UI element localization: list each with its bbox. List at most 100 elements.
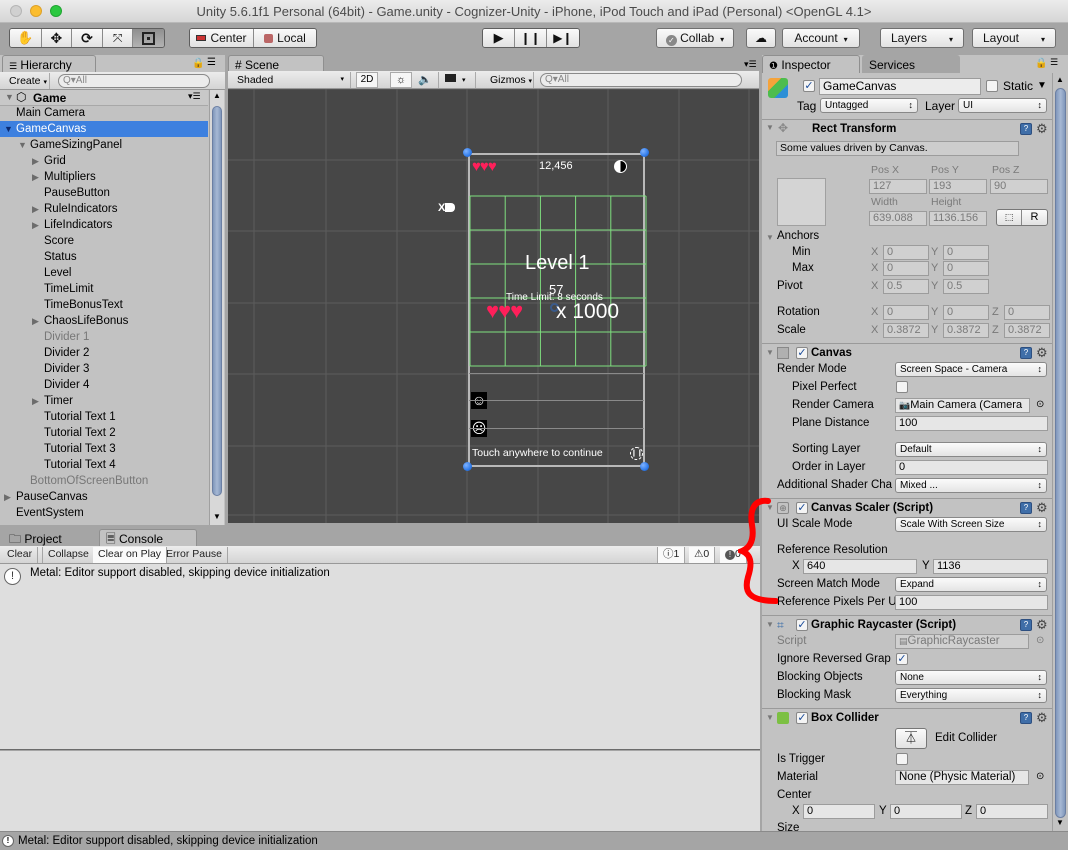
object-picker-icon[interactable]: ⊙ [1036, 399, 1044, 410]
sorting-layer-dropdown[interactable]: Default [895, 442, 1047, 457]
height-field[interactable]: 1136.156 [929, 211, 987, 226]
rotation-x-field[interactable]: 0 [883, 305, 929, 320]
collapse-arrow-icon[interactable]: ▼ [766, 348, 774, 357]
hierarchy-item[interactable]: Level [0, 265, 208, 281]
hierarchy-item[interactable]: ▶ Multipliers [0, 169, 208, 185]
pause-button[interactable]: ❙❙ [515, 29, 547, 47]
resize-handle-top-left[interactable] [463, 148, 472, 157]
2d-mode-toggle[interactable]: 2D [356, 72, 378, 88]
collapsed-arrow-icon[interactable]: ▶ [4, 489, 16, 505]
active-checkbox[interactable]: ✓ [803, 80, 815, 92]
collapsed-arrow-icon[interactable]: ▶ [32, 313, 44, 329]
collapse-arrow-icon[interactable]: ▼ [766, 713, 774, 722]
ui-scale-mode-dropdown[interactable]: Scale With Screen Size [895, 517, 1047, 532]
collapse-arrow-icon[interactable]: ▼ [766, 123, 774, 132]
lock-icon[interactable]: 🔒 [1035, 58, 1047, 69]
hierarchy-item[interactable]: PauseButton [0, 185, 208, 201]
center-y-field[interactable]: 0 [890, 804, 962, 819]
panel-menu-icon[interactable]: ☰ [207, 57, 216, 68]
play-button[interactable]: ▶ [483, 29, 516, 47]
hierarchy-item[interactable]: Tutorial Text 3 [0, 441, 208, 457]
create-dropdown[interactable]: Create ▾ [3, 73, 50, 89]
hierarchy-item[interactable]: Divider 2 [0, 345, 208, 361]
scroll-up-icon[interactable]: ▲ [213, 91, 221, 100]
rotation-z-field[interactable]: 0 [1004, 305, 1050, 320]
reference-resolution-y-field[interactable]: 1136 [933, 559, 1048, 574]
screen-match-mode-dropdown[interactable]: Expand [895, 577, 1047, 592]
console-tab[interactable]: 🗏 Console [99, 529, 197, 547]
rotation-y-field[interactable]: 0 [943, 305, 989, 320]
resize-handle-top-right[interactable] [640, 148, 649, 157]
gizmos-dropdown[interactable]: Gizmos ▾ [484, 72, 534, 88]
scroll-down-icon[interactable]: ▼ [213, 512, 221, 521]
anchor-min-x-field[interactable]: 0 [883, 245, 929, 260]
hierarchy-item[interactable]: ▼ GameSizingPanel [0, 137, 208, 153]
hierarchy-item[interactable]: TimeBonusText [0, 297, 208, 313]
rotate-tool-button[interactable]: ⟳ [72, 29, 103, 47]
edit-collider-button[interactable]: ⏄ [895, 728, 927, 749]
collab-dropdown[interactable]: ✓ Collab ▾ [656, 28, 734, 48]
render-camera-field[interactable]: 📷Main Camera (Camera [895, 398, 1030, 413]
pivot-y-field[interactable]: 0.5 [943, 279, 989, 294]
clear-on-play-toggle[interactable]: Clear on Play [93, 547, 168, 563]
scale-z-field[interactable]: 0.3872 [1004, 323, 1050, 338]
hierarchy-item[interactable]: ▶ PauseCanvas [0, 489, 208, 505]
collapsed-arrow-icon[interactable]: ▶ [32, 153, 44, 169]
hierarchy-tab[interactable]: ☰ Hierarchy [2, 55, 96, 73]
move-tool-button[interactable]: ✥ [41, 29, 73, 47]
blocking-mask-dropdown[interactable]: Everything [895, 688, 1047, 703]
anchor-max-y-field[interactable]: 0 [943, 261, 989, 276]
space-local-button[interactable]: Local [253, 29, 316, 47]
layer-dropdown[interactable]: UI [958, 98, 1047, 113]
maximize-window-button[interactable] [50, 5, 62, 17]
console-log-entry[interactable]: ! Metal: Editor support disabled, skippi… [0, 564, 758, 590]
collapse-button[interactable]: Collapse [42, 547, 95, 563]
lock-icon[interactable]: 🔒 [192, 58, 204, 69]
anchors-expand-icon[interactable]: ▼ [766, 233, 774, 242]
ignore-reversed-graphics-checkbox[interactable]: ✓ [896, 653, 908, 665]
error-pause-toggle[interactable]: Error Pause [161, 547, 229, 563]
scroll-down-icon[interactable]: ▼ [1056, 818, 1064, 827]
expand-arrow-icon[interactable]: ▼ [18, 137, 30, 153]
hierarchy-item[interactable]: Divider 1 [0, 329, 208, 345]
scene-menu-icon[interactable]: ▾☰ [188, 91, 201, 102]
gear-icon[interactable]: ⚙ [1036, 501, 1048, 514]
hierarchy-item[interactable]: Divider 4 [0, 377, 208, 393]
pos-z-field[interactable]: 90 [990, 179, 1048, 194]
rect-tool-button[interactable] [133, 29, 164, 47]
hierarchy-item[interactable]: EventSystem [0, 505, 208, 521]
material-field[interactable]: None (Physic Material) [895, 770, 1029, 785]
canvas-header[interactable]: ▼ ✓ Canvas ? ⚙ [762, 343, 1052, 361]
audio-toggle[interactable]: 🔈 [414, 72, 436, 88]
shading-mode-dropdown[interactable]: Shaded ▾ [231, 72, 351, 88]
warning-filter-toggle[interactable]: ⚠0 [689, 547, 716, 563]
box-collider-enabled-checkbox[interactable]: ✓ [796, 712, 808, 724]
raw-edit-button[interactable]: R [1022, 210, 1047, 225]
help-icon[interactable]: ? [1020, 123, 1032, 135]
hierarchy-item[interactable]: ▶ ChaosLifeBonus [0, 313, 208, 329]
hierarchy-item[interactable]: Tutorial Text 2 [0, 425, 208, 441]
hierarchy-item[interactable]: BottomOfScreenButton [0, 473, 208, 489]
collapsed-arrow-icon[interactable]: ▶ [32, 169, 44, 185]
hierarchy-item[interactable]: ▼ GameCanvas [0, 121, 208, 137]
inspector-scrollbar[interactable]: ▲ [1052, 73, 1068, 831]
hierarchy-item[interactable]: Divider 3 [0, 361, 208, 377]
hierarchy-item[interactable]: Score [0, 233, 208, 249]
panel-menu-icon[interactable]: ☰ [1050, 57, 1058, 68]
help-icon[interactable]: ? [1020, 712, 1032, 724]
effects-dropdown[interactable]: ▾ [438, 72, 476, 88]
scale-x-field[interactable]: 0.3872 [883, 323, 929, 338]
help-icon[interactable]: ? [1020, 347, 1032, 359]
layout-dropdown[interactable]: Layout ▾ [972, 28, 1056, 48]
hierarchy-item[interactable]: TimeLimit [0, 281, 208, 297]
collapse-arrow-icon[interactable]: ▼ [766, 620, 774, 629]
script-field[interactable]: ▤GraphicRaycaster [895, 634, 1029, 649]
tag-dropdown[interactable]: Untagged [820, 98, 918, 113]
pivot-center-button[interactable]: Center [190, 29, 254, 47]
gear-icon[interactable]: ⚙ [1036, 618, 1048, 631]
hand-tool-button[interactable]: ✋ [10, 29, 42, 47]
hierarchy-search-input[interactable]: Q▾All [58, 74, 210, 88]
gear-icon[interactable]: ⚙ [1036, 122, 1048, 135]
center-x-field[interactable]: 0 [803, 804, 875, 819]
anchor-max-x-field[interactable]: 0 [883, 261, 929, 276]
